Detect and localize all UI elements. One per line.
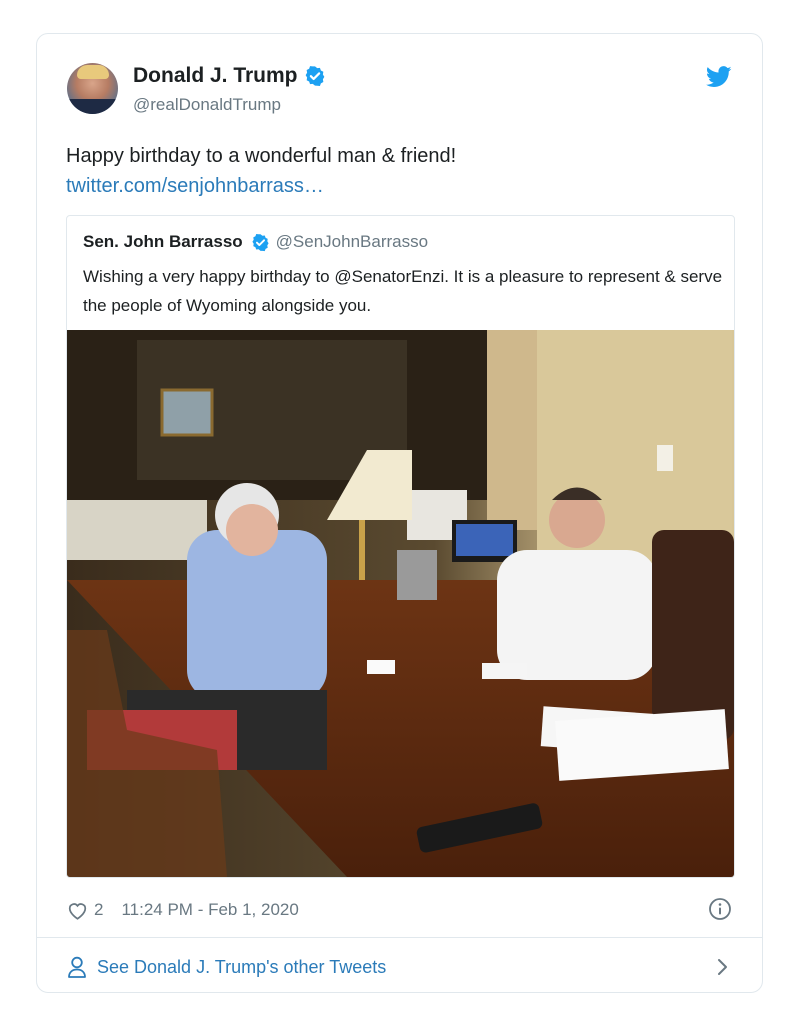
embedded-tweet-card: Donald J. Trump @realDonaldTrump Happy b… — [36, 33, 763, 993]
quoted-tweet-text: Wishing a very happy birthday to @Senato… — [83, 267, 723, 315]
quoted-tweet-header: Sen. John Barrasso @SenJohnBarrasso — [83, 232, 428, 252]
tweet-footer: 2 11:24 PM - Feb 1, 2020 — [67, 900, 299, 920]
chevron-right-icon[interactable] — [716, 956, 730, 978]
quoted-author-handle[interactable]: @SenJohnBarrasso — [276, 232, 428, 252]
see-more-tweets-link[interactable]: See Donald J. Trump's other Tweets — [67, 956, 386, 978]
see-more-tweets-label[interactable]: See Donald J. Trump's other Tweets — [97, 957, 386, 978]
verified-badge-icon — [252, 233, 269, 251]
tweet-timestamp[interactable]: 11:24 PM - Feb 1, 2020 — [121, 900, 298, 920]
author-avatar[interactable] — [67, 63, 118, 114]
twitter-bird-icon[interactable] — [706, 66, 732, 88]
tweet-text: Happy birthday to a wonderful man & frie… — [66, 145, 457, 167]
footer-divider — [37, 937, 762, 938]
tweet-link[interactable]: twitter.com/senjohnbarrass… — [66, 171, 456, 201]
quoted-author-name[interactable]: Sen. John Barrasso — [83, 232, 243, 252]
info-icon[interactable] — [708, 897, 732, 921]
person-icon — [68, 956, 86, 978]
quoted-tweet[interactable]: Sen. John Barrasso @SenJohnBarrasso Wish… — [66, 215, 735, 878]
tweet-body: Happy birthday to a wonderful man & frie… — [66, 141, 456, 201]
author-display-name[interactable]: Donald J. Trump — [133, 64, 298, 88]
heart-icon[interactable] — [67, 901, 88, 920]
tweet-photo[interactable] — [67, 330, 734, 877]
verified-badge-icon — [305, 66, 324, 86]
author-name-row[interactable]: Donald J. Trump — [133, 64, 326, 88]
like-count[interactable]: 2 — [94, 900, 103, 920]
author-handle[interactable]: @realDonaldTrump — [133, 95, 281, 115]
